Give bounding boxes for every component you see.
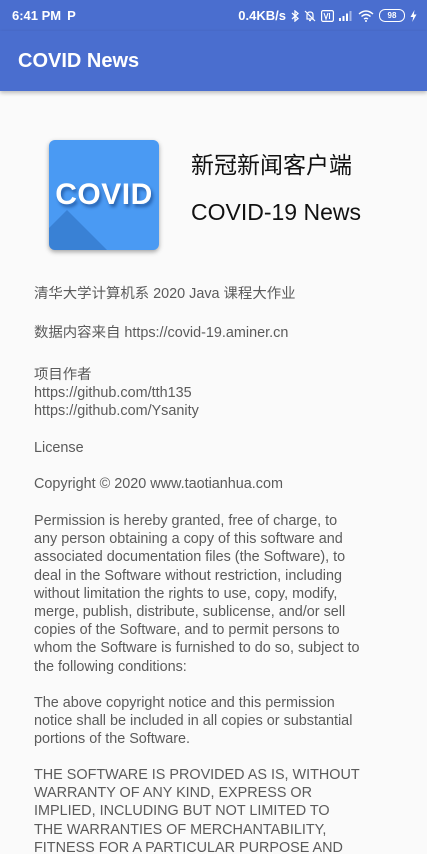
app-name-english: COVID-19 News bbox=[191, 199, 361, 225]
about-content[interactable]: COVID 新冠新闻客户端 COVID-19 News 清华大学计算机系 202… bbox=[0, 91, 427, 854]
permission-line: merge, publish, distribute, sublicense, … bbox=[34, 604, 346, 621]
app-bar-title: COVID News bbox=[18, 49, 140, 72]
warranty-paragraph: THE SOFTWARE IS PROVIDED AS IS, WITHOUT … bbox=[34, 766, 404, 854]
notice-line: portions of the Software. bbox=[34, 731, 190, 748]
license-heading: License bbox=[34, 440, 84, 456]
course-info: 清华大学计算机系 2020 Java 课程大作业 bbox=[34, 286, 296, 302]
status-bar: 6:41 PM P 0.4KB/s 98 bbox=[0, 0, 427, 31]
copyright-line: Copyright © 2020 www.taotianhua.com bbox=[34, 476, 283, 492]
permission-line: whom the Software is furnished to do so,… bbox=[34, 640, 360, 657]
permission-line: copies of the Software, and to permit pe… bbox=[34, 622, 340, 639]
notice-line: notice shall be included in all copies o… bbox=[34, 713, 353, 730]
warranty-line: FITNESS FOR A PARTICULAR PURPOSE AND bbox=[34, 839, 343, 854]
warranty-line: IMPLIED, INCLUDING BUT NOT LIMITED TO bbox=[34, 803, 330, 820]
battery-level: 98 bbox=[387, 11, 397, 20]
warranty-line: THE SOFTWARE IS PROVIDED AS IS, WITHOUT bbox=[34, 767, 360, 783]
author-link[interactable]: https://github.com/Ysanity bbox=[34, 402, 404, 420]
warranty-line: THE WARRANTIES OF MERCHANTABILITY, bbox=[34, 821, 327, 838]
permission-paragraph: Permission is hereby granted, free of ch… bbox=[34, 512, 404, 676]
permission-line: any person obtaining a copy of this soft… bbox=[34, 531, 343, 548]
data-source-info: 数据内容来自 https://covid-19.aminer.cn bbox=[34, 325, 289, 341]
charging-icon bbox=[410, 9, 417, 22]
warranty-line: WARRANTY OF ANY KIND, EXPRESS OR bbox=[34, 785, 313, 802]
notice-paragraph: The above copyright notice and this perm… bbox=[34, 694, 404, 749]
author-link[interactable]: https://github.com/tth135 bbox=[34, 384, 404, 402]
logo-text: COVID bbox=[55, 178, 153, 211]
volte-icon bbox=[321, 9, 334, 22]
status-time: 6:41 PM bbox=[12, 8, 62, 23]
authors-section: 项目作者 https://github.com/tth135 https://g… bbox=[34, 366, 404, 421]
network-speed: 0.4KB/s bbox=[238, 8, 286, 23]
app-logo: COVID bbox=[49, 140, 159, 250]
permission-line: associated documentation files (the Soft… bbox=[34, 549, 346, 566]
status-right: 0.4KB/s 98 bbox=[233, 8, 417, 23]
status-left: 6:41 PM P bbox=[12, 8, 82, 23]
permission-line: the following conditions: bbox=[34, 658, 187, 675]
permission-line: Permission is hereby granted, free of ch… bbox=[34, 513, 338, 529]
wifi-icon bbox=[358, 9, 374, 22]
permission-line: deal in the Software without restriction… bbox=[34, 567, 342, 584]
battery-icon: 98 bbox=[379, 9, 405, 22]
authors-label: 项目作者 bbox=[34, 367, 92, 383]
app-name-chinese: 新冠新闻客户端 bbox=[191, 153, 352, 179]
carrier-icon: P bbox=[67, 8, 76, 23]
cell-signal-icon bbox=[339, 10, 353, 21]
mute-bell-icon bbox=[304, 10, 316, 22]
permission-line: without limitation the rights to use, co… bbox=[34, 585, 338, 602]
notice-line: The above copyright notice and this perm… bbox=[34, 695, 335, 711]
app-bar: COVID News bbox=[0, 31, 427, 91]
bluetooth-icon bbox=[291, 9, 299, 22]
